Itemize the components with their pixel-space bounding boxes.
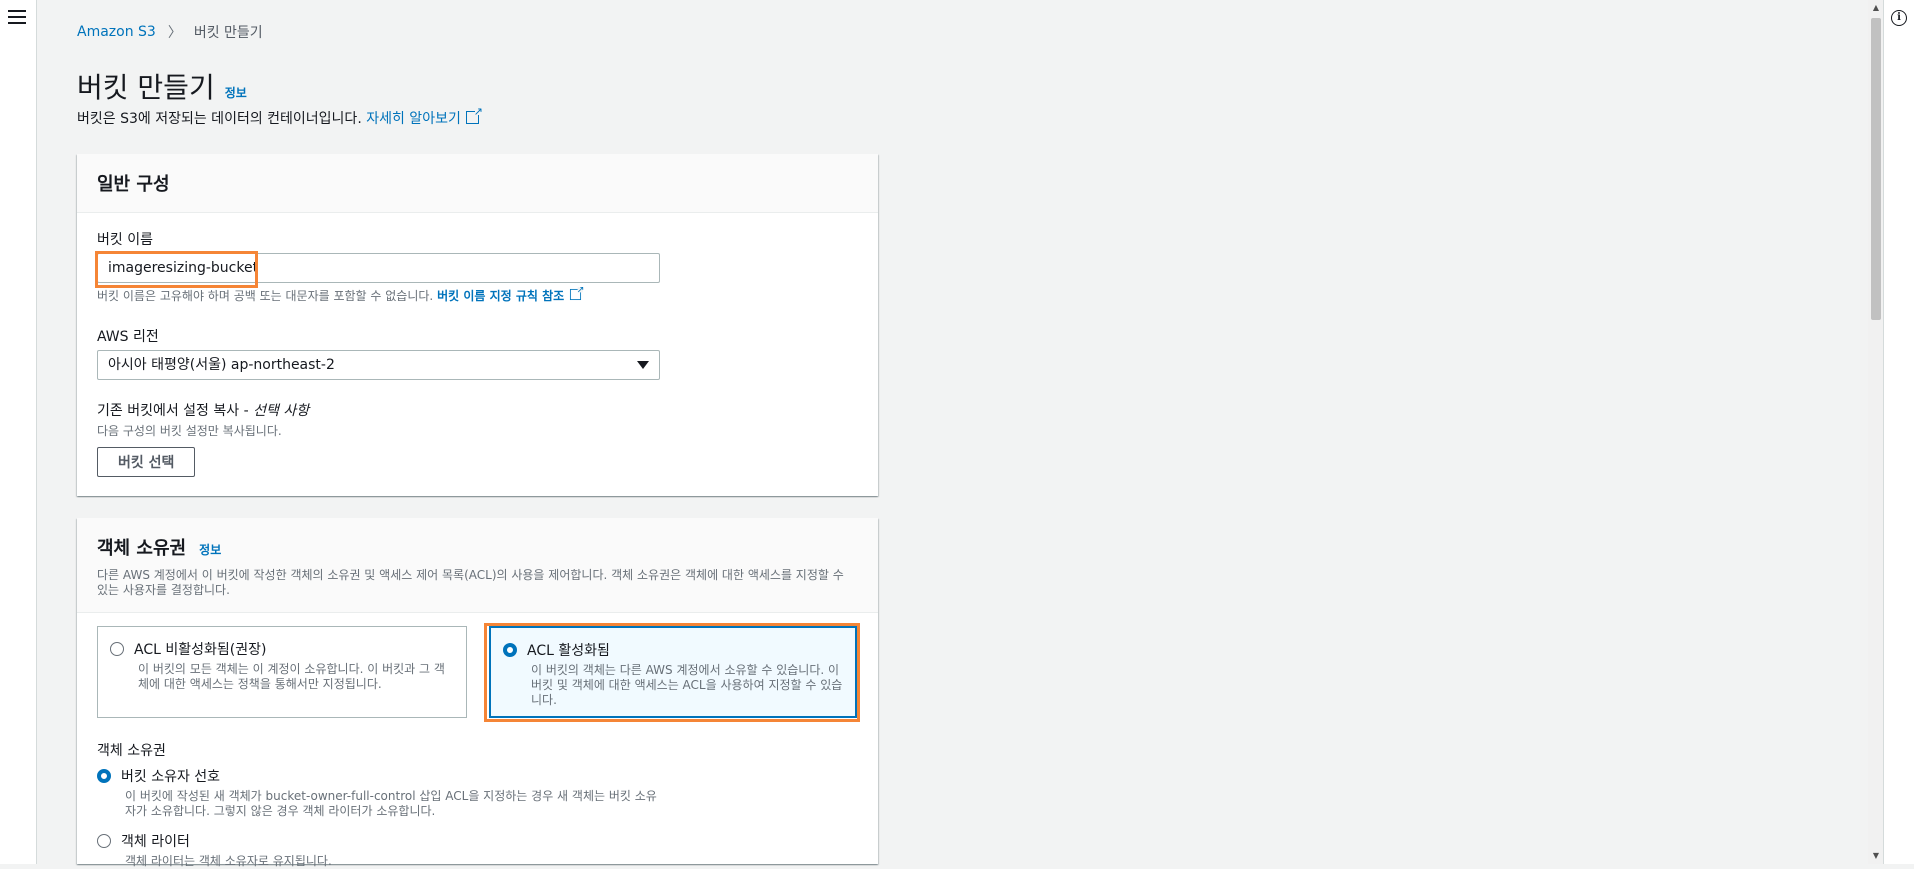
- panel-title: 일반 구성: [97, 174, 170, 195]
- option-bucket-owner-preferred-desc: 이 버킷에 작성된 새 객체가 bucket-owner-full-contro…: [125, 789, 657, 818]
- radio-off-icon[interactable]: [110, 642, 124, 656]
- radio-off-icon[interactable]: [97, 834, 111, 848]
- highlight-acl-enabled: [484, 623, 860, 722]
- region-label: AWS 리전: [97, 329, 159, 345]
- scroll-down-icon[interactable]: ▼: [1868, 848, 1884, 864]
- scroll-thumb[interactable]: [1871, 18, 1881, 320]
- title-row: 버킷 만들기 정보: [77, 66, 247, 106]
- caret-down-icon: [637, 361, 649, 369]
- info-icon[interactable]: i: [1891, 10, 1907, 26]
- general-configuration-panel: 일반 구성 버킷 이름 imageresizing-bucket 버킷 이름은 …: [77, 154, 878, 496]
- option-bucket-owner-preferred[interactable]: 버킷 소유자 선호: [97, 766, 667, 786]
- highlight-bucket-name: [95, 251, 258, 288]
- optional-label: 선택 사항: [253, 403, 310, 419]
- option-object-writer-title: 객체 라이터: [121, 834, 190, 850]
- region-value: 아시아 태평양(서울) ap-northeast-2: [108, 357, 335, 373]
- choose-bucket-button[interactable]: 버킷 선택: [97, 447, 196, 477]
- external-link-icon: [570, 284, 585, 301]
- left-navigation-rail: [0, 0, 37, 864]
- acl-disabled-title-row: ACL 비활성화됨(권장): [110, 639, 454, 659]
- external-link-icon: [465, 105, 483, 124]
- bucket-name-hint-text: 버킷 이름은 고유해야 하며 공백 또는 대문자를 포함할 수 없습니다.: [97, 289, 434, 303]
- option-object-writer-desc: 객체 라이터는 객체 소유자로 유지됩니다.: [125, 854, 332, 868]
- subtitle-text: 버킷은 S3에 저장되는 데이터의 컨테이너입니다.: [77, 111, 362, 127]
- page-subtitle: 버킷은 S3에 저장되는 데이터의 컨테이너입니다. 자세히 알아보기: [77, 105, 483, 128]
- panel-title: 객체 소유권: [97, 538, 187, 559]
- menu-icon[interactable]: [8, 10, 26, 24]
- scroll-up-icon[interactable]: ▲: [1868, 0, 1884, 16]
- right-tools-rail: i: [1883, 0, 1914, 864]
- info-link[interactable]: 정보: [225, 84, 247, 101]
- panel-header: 객체 소유권 정보 다른 AWS 계정에서 이 버킷에 작성한 객체의 소유권 …: [77, 518, 878, 613]
- acl-disabled-tile[interactable]: ACL 비활성화됨(권장) 이 버킷의 모든 객체는 이 계정이 소유합니다. …: [97, 626, 467, 718]
- acl-disabled-title: ACL 비활성화됨(권장): [134, 642, 267, 658]
- breadcrumb-amazon-s3[interactable]: Amazon S3: [77, 24, 156, 40]
- option-bucket-owner-preferred-title: 버킷 소유자 선호: [121, 769, 221, 785]
- acl-disabled-desc: 이 버킷의 모든 객체는 이 계정이 소유합니다. 이 버킷과 그 객체에 대한…: [138, 662, 445, 691]
- object-ownership-desc: 다른 AWS 계정에서 이 버킷에 작성한 객체의 소유권 및 액세스 제어 목…: [97, 568, 844, 597]
- panel-header: 일반 구성: [77, 154, 878, 213]
- copy-settings-label: 기존 버킷에서 설정 복사 - 선택 사항: [97, 400, 858, 420]
- chevron-right-icon: 〉: [167, 25, 182, 41]
- ownership-sub-label: 객체 소유권: [97, 743, 166, 759]
- bucket-name-label: 버킷 이름: [97, 232, 153, 248]
- page-title: 버킷 만들기: [77, 71, 215, 104]
- breadcrumb-current: 버킷 만들기: [193, 25, 263, 41]
- radio-on-icon[interactable]: [97, 769, 111, 783]
- option-object-writer[interactable]: 객체 라이터: [97, 831, 667, 851]
- copy-settings-hint: 다음 구성의 버킷 설정만 복사됩니다.: [97, 424, 282, 438]
- copy-settings-label-text: 기존 버킷에서 설정 복사 -: [97, 403, 249, 419]
- bucket-name-hint: 버킷 이름은 고유해야 하며 공백 또는 대문자를 포함할 수 없습니다. 버킷…: [97, 284, 858, 304]
- region-select[interactable]: 아시아 태평양(서울) ap-northeast-2: [97, 350, 660, 380]
- info-link[interactable]: 정보: [199, 543, 221, 557]
- learn-more-link[interactable]: 자세히 알아보기: [366, 111, 461, 127]
- ownership-options: 객체 소유권 버킷 소유자 선호 이 버킷에 작성된 새 객체가 bucket-…: [97, 740, 667, 869]
- bucket-naming-rules-link[interactable]: 버킷 이름 지정 규칙 참조: [437, 289, 564, 303]
- scrollbar[interactable]: ▲ ▼: [1868, 0, 1884, 864]
- breadcrumb: Amazon S3 〉 버킷 만들기: [77, 22, 263, 42]
